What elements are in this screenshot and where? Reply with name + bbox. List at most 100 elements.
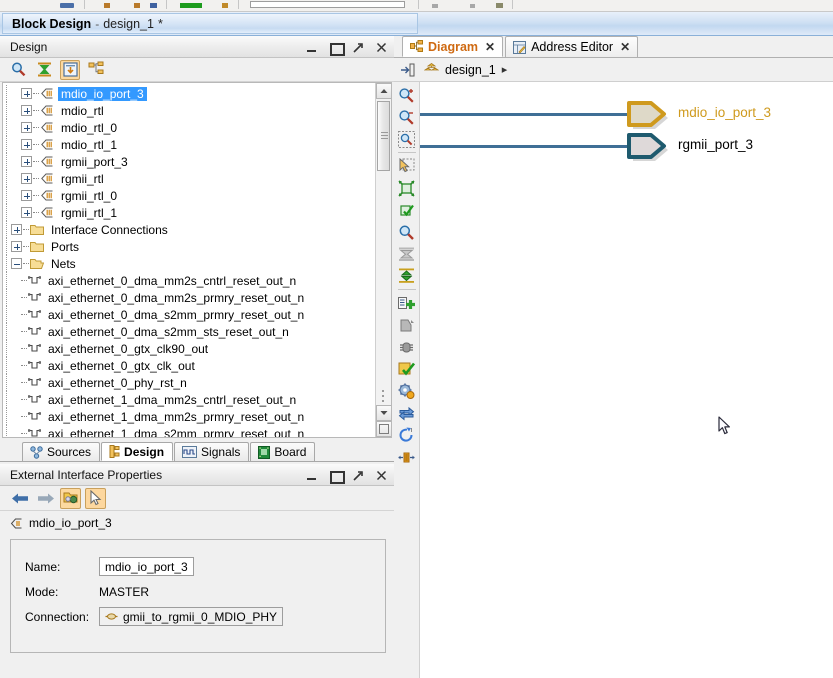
toolbar-icon-5[interactable] bbox=[222, 3, 228, 8]
tree-item[interactable]: axi_ethernet_0_dma_s2mm_prmry_reset_out_… bbox=[3, 306, 375, 323]
toolbar-icon-8[interactable] bbox=[496, 3, 503, 8]
tree-expander[interactable] bbox=[21, 105, 32, 116]
zoom-fit-icon[interactable] bbox=[396, 128, 418, 150]
customize-block-icon[interactable] bbox=[396, 380, 418, 402]
float-icon[interactable] bbox=[352, 469, 365, 482]
tree-item[interactable]: axi_ethernet_0_gtx_clk90_out bbox=[3, 340, 375, 357]
float-icon[interactable] bbox=[352, 41, 365, 54]
tree-item[interactable]: Interface Connections bbox=[3, 221, 375, 238]
tab-sources[interactable]: Sources bbox=[22, 442, 100, 461]
refresh-icon[interactable] bbox=[396, 424, 418, 446]
toolbar-icon-3[interactable] bbox=[134, 3, 140, 8]
tree-item[interactable]: mdio_rtl_1 bbox=[3, 136, 375, 153]
tree-expander[interactable] bbox=[21, 190, 32, 201]
tree-expander[interactable] bbox=[21, 207, 32, 218]
toolbar-run-icon[interactable] bbox=[180, 3, 202, 8]
tab-board[interactable]: Board bbox=[250, 442, 315, 461]
tree-item[interactable]: mdio_io_port_3 bbox=[3, 85, 375, 102]
debug-icon[interactable] bbox=[396, 336, 418, 358]
block-diagram-canvas[interactable]: mdio_io_port_3 rgmii_port_3 bbox=[420, 82, 833, 678]
tree-item[interactable]: axi_ethernet_0_gtx_clk_out bbox=[3, 357, 375, 374]
tree-item[interactable]: axi_ethernet_1_dma_s2mm_prmry_reset_out_… bbox=[3, 425, 375, 438]
scroll-down-arrow[interactable] bbox=[376, 405, 392, 421]
zoom-out-icon[interactable] bbox=[396, 106, 418, 128]
tab-diagram[interactable]: Diagram ✕ bbox=[402, 36, 503, 57]
tree-vertical-scrollbar[interactable] bbox=[375, 83, 391, 437]
tab-signals[interactable]: Signals bbox=[174, 442, 249, 461]
zoom-in-icon[interactable] bbox=[396, 84, 418, 106]
tree-item[interactable]: Ports bbox=[3, 238, 375, 255]
tab-address-editor[interactable]: Address Editor ✕ bbox=[505, 36, 638, 57]
tree-expander[interactable] bbox=[21, 156, 32, 167]
select-pointer-icon[interactable] bbox=[85, 488, 106, 509]
validate-layout-icon[interactable] bbox=[396, 199, 418, 221]
expand-all-icon[interactable] bbox=[396, 265, 418, 287]
name-field[interactable]: mdio_io_port_3 bbox=[99, 557, 194, 576]
toolbar-icon-2[interactable] bbox=[104, 3, 110, 8]
design-tree[interactable]: mdio_io_port_3mdio_rtlmdio_rtl_0 mdio_rtl… bbox=[2, 82, 392, 438]
close-icon[interactable] bbox=[375, 469, 388, 482]
tree-item[interactable]: axi_ethernet_0_dma_mm2s_prmry_reset_out_… bbox=[3, 289, 375, 306]
tree-expander[interactable] bbox=[21, 122, 32, 133]
tree-item[interactable]: rgmii_port_3 bbox=[3, 153, 375, 170]
tree-expander[interactable] bbox=[21, 173, 32, 184]
tree-item-label: mdio_rtl_1 bbox=[58, 138, 120, 152]
collapse-all-icon[interactable] bbox=[396, 243, 418, 265]
toolbar-combo[interactable] bbox=[250, 1, 405, 8]
properties-icon[interactable] bbox=[60, 488, 81, 509]
scrollbar-thumb[interactable] bbox=[377, 101, 390, 171]
regenerate-layout-icon[interactable] bbox=[396, 177, 418, 199]
maximize-icon[interactable] bbox=[329, 41, 342, 54]
wire-rgmii-port-3[interactable] bbox=[420, 145, 629, 148]
select-area-icon[interactable] bbox=[396, 155, 418, 177]
breadcrumb-design-name[interactable]: design_1 bbox=[445, 63, 496, 77]
minimize-icon[interactable] bbox=[306, 469, 319, 482]
back-arrow-icon[interactable] bbox=[10, 488, 31, 509]
block-design-title-tab[interactable]: Block Design - design_1 * bbox=[2, 13, 418, 34]
tree-item[interactable]: axi_ethernet_1_dma_mm2s_prmry_reset_out_… bbox=[3, 408, 375, 425]
tree-item[interactable]: rgmii_rtl bbox=[3, 170, 375, 187]
net-icon bbox=[28, 377, 41, 388]
close-icon[interactable]: ✕ bbox=[620, 40, 630, 54]
tree-item[interactable]: Nets bbox=[3, 255, 375, 272]
tree-expander[interactable] bbox=[11, 258, 22, 269]
tree-expander[interactable] bbox=[21, 139, 32, 150]
tree-item[interactable]: mdio_rtl bbox=[3, 102, 375, 119]
search-icon[interactable] bbox=[8, 60, 28, 80]
connection-field[interactable]: gmii_to_rgmii_0_MDIO_PHY bbox=[99, 607, 283, 626]
port-rgmii-port-3[interactable] bbox=[624, 129, 674, 167]
tree-expander[interactable] bbox=[11, 224, 22, 235]
wire-mdio-io-port-3[interactable] bbox=[420, 113, 629, 116]
toolbar-icon-4[interactable] bbox=[150, 3, 157, 8]
toolbar-icon-7[interactable] bbox=[470, 4, 475, 8]
minimize-icon[interactable] bbox=[306, 41, 319, 54]
tab-design[interactable]: Design bbox=[101, 442, 173, 461]
close-icon[interactable]: ✕ bbox=[485, 40, 495, 54]
tree-item[interactable]: axi_ethernet_1_dma_mm2s_cntrl_reset_out_… bbox=[3, 391, 375, 408]
tree-item[interactable]: mdio_rtl_0 bbox=[3, 119, 375, 136]
run-connection-automation-icon[interactable] bbox=[396, 402, 418, 424]
tree-expander[interactable] bbox=[21, 88, 32, 99]
optimize-routing-icon[interactable] bbox=[396, 446, 418, 468]
tree-item-label: axi_ethernet_0_dma_s2mm_sts_reset_out_n bbox=[45, 325, 292, 339]
close-icon[interactable] bbox=[375, 41, 388, 54]
tree-item[interactable]: axi_ethernet_0_phy_rst_n bbox=[3, 374, 375, 391]
tree-item[interactable]: rgmii_rtl_0 bbox=[3, 187, 375, 204]
collapse-all-icon[interactable] bbox=[34, 60, 54, 80]
toolbar-icon-6[interactable] bbox=[432, 4, 438, 8]
search-icon[interactable] bbox=[396, 221, 418, 243]
hierarchy-icon[interactable] bbox=[86, 60, 106, 80]
tree-item[interactable]: rgmii_rtl_1 bbox=[3, 204, 375, 221]
scroll-up-arrow[interactable] bbox=[376, 83, 392, 99]
tree-expander[interactable] bbox=[11, 241, 22, 252]
toolbar-icon-1[interactable] bbox=[60, 3, 74, 8]
add-ip-icon[interactable] bbox=[396, 292, 418, 314]
forward-arrow-icon[interactable] bbox=[35, 488, 56, 509]
expand-all-icon[interactable] bbox=[60, 60, 80, 80]
tree-item[interactable]: axi_ethernet_0_dma_mm2s_cntrl_reset_out_… bbox=[3, 272, 375, 289]
validate-design-icon[interactable] bbox=[396, 358, 418, 380]
tree-item[interactable]: axi_ethernet_0_dma_s2mm_sts_reset_out_n bbox=[3, 323, 375, 340]
scroll-corner-box[interactable] bbox=[376, 421, 392, 437]
add-module-icon[interactable] bbox=[396, 314, 418, 336]
maximize-icon[interactable] bbox=[329, 469, 342, 482]
